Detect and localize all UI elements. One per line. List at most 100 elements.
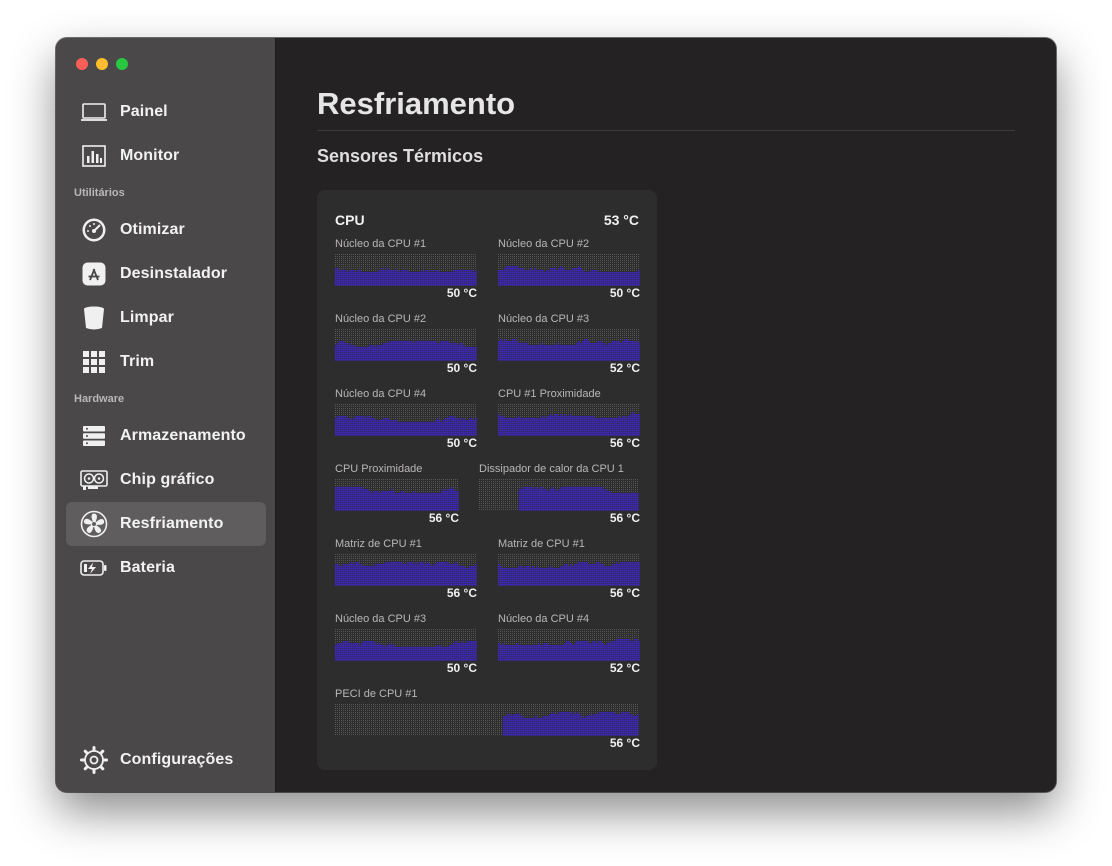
grid-icon	[80, 348, 108, 376]
main-content: Resfriamento Sensores Térmicos CPU 53 °C…	[277, 38, 1056, 792]
sensor-graph	[498, 629, 640, 661]
zoom-window-button[interactable]	[116, 58, 128, 70]
close-window-button[interactable]	[76, 58, 88, 70]
sidebar-item-otimizar[interactable]: Otimizar	[66, 208, 266, 252]
sensor-graph	[335, 329, 477, 361]
sensor-value: 56 °C	[609, 736, 640, 750]
sensor-item: Matriz de CPU #1 56 °C	[498, 538, 640, 602]
sensor-name: Núcleo da CPU #4	[335, 388, 427, 400]
laptop-icon	[80, 98, 108, 126]
sensor-graph	[498, 254, 640, 286]
sensor-name: Núcleo da CPU #2	[335, 313, 427, 325]
sensor-value: 50 °C	[446, 661, 477, 675]
sensor-value: 56 °C	[609, 436, 640, 450]
sidebar-item-label: Otimizar	[120, 221, 185, 238]
sensor-item: Matriz de CPU #1 56 °C	[335, 538, 477, 602]
sidebar-item-configuracoes[interactable]: Configurações	[66, 738, 266, 782]
sensor-value: 56 °C	[428, 511, 459, 525]
trash-bin-icon	[80, 304, 108, 332]
sensor-item: Dissipador de calor da CPU 1 56 °C	[479, 463, 640, 527]
sidebar-item-label: Trim	[120, 353, 155, 370]
sensor-name: Dissipador de calor da CPU 1	[479, 463, 624, 475]
sensor-graph	[335, 704, 639, 736]
gear-icon	[80, 746, 108, 774]
sidebar-item-label: Chip gráfico	[120, 471, 215, 488]
sensor-name: Núcleo da CPU #3	[498, 313, 590, 325]
sidebar-item-chip-grafico[interactable]: Chip gráfico	[66, 458, 266, 502]
storage-icon	[80, 422, 108, 450]
sensor-item: Núcleo da CPU #2 50 °C	[335, 313, 477, 377]
graphics-card-icon	[80, 466, 108, 494]
sensor-name: CPU Proximidade	[335, 463, 423, 475]
sensor-item: Núcleo da CPU #4 50 °C	[335, 388, 477, 452]
card-temperature: 53 °C	[603, 212, 639, 228]
page-title: Resfriamento	[317, 86, 516, 121]
sidebar-item-label: Limpar	[120, 309, 174, 326]
sensor-item: Núcleo da CPU #2 50 °C	[498, 238, 640, 302]
minimize-window-button[interactable]	[96, 58, 108, 70]
sensor-graph	[498, 404, 640, 436]
sidebar-item-resfriamento[interactable]: Resfriamento	[66, 502, 266, 546]
sensor-value: 50 °C	[446, 361, 477, 375]
sensor-value: 56 °C	[446, 586, 477, 600]
window-controls	[76, 58, 128, 70]
sensor-item: CPU Proximidade 56 °C	[335, 463, 459, 527]
sensor-graph	[335, 554, 477, 586]
sensor-value: 56 °C	[609, 586, 640, 600]
sensor-name: Núcleo da CPU #1	[335, 238, 427, 250]
app-store-icon	[80, 260, 108, 288]
sidebar-item-bateria[interactable]: Bateria	[66, 546, 266, 590]
sensor-graph	[335, 629, 477, 661]
sidebar-item-label: Monitor	[120, 147, 180, 164]
battery-icon	[80, 554, 108, 582]
sensor-item: Núcleo da CPU #1 50 °C	[335, 238, 477, 302]
sensor-value: 52 °C	[609, 661, 640, 675]
sensor-value: 50 °C	[446, 286, 477, 300]
sidebar-item-label: Painel	[120, 103, 168, 120]
sensor-value: 50 °C	[609, 286, 640, 300]
sensor-item: CPU #1 Proximidade 56 °C	[498, 388, 640, 452]
sensor-value: 50 °C	[446, 436, 477, 450]
sidebar-item-armazenamento[interactable]: Armazenamento	[66, 414, 266, 458]
sensor-name: Matriz de CPU #1	[335, 538, 422, 550]
sidebar-item-label: Armazenamento	[120, 427, 246, 444]
sidebar-item-label: Resfriamento	[120, 515, 224, 532]
sensor-value: 52 °C	[609, 361, 640, 375]
section-title: Sensores Térmicos	[317, 146, 484, 166]
sidebar-item-monitor[interactable]: Monitor	[66, 134, 266, 178]
sidebar-item-desinstalador[interactable]: Desinstalador	[66, 252, 266, 296]
section-label-hardware: Hardware	[74, 393, 125, 405]
sensor-name: Matriz de CPU #1	[498, 538, 585, 550]
sensor-graph	[335, 254, 477, 286]
app-window: Painel Monitor Utilitários Otimizar Desi…	[56, 38, 1056, 792]
sensor-name: Núcleo da CPU #4	[498, 613, 590, 625]
sidebar-item-label: Bateria	[120, 559, 175, 576]
sidebar-item-painel[interactable]: Painel	[66, 90, 266, 134]
sensor-graph	[479, 479, 639, 511]
section-label-utilities: Utilitários	[74, 187, 125, 199]
sidebar-item-limpar[interactable]: Limpar	[66, 296, 266, 340]
sensor-item: Núcleo da CPU #3 50 °C	[335, 613, 477, 677]
sensor-graph	[498, 554, 640, 586]
gauge-icon	[80, 216, 108, 244]
sidebar-item-label: Desinstalador	[120, 265, 228, 282]
sensor-graph	[335, 404, 477, 436]
title-divider	[317, 130, 1015, 131]
sidebar-item-label: Configurações	[120, 751, 234, 768]
sensor-name: Núcleo da CPU #3	[335, 613, 427, 625]
cpu-sensor-card: CPU 53 °C Núcleo da CPU #1 50 °C Núcleo …	[317, 190, 657, 770]
sensor-name: Núcleo da CPU #2	[498, 238, 590, 250]
sensor-item: Núcleo da CPU #4 52 °C	[498, 613, 640, 677]
sensor-item: PECI de CPU #1 56 °C	[335, 688, 640, 752]
sensor-value: 56 °C	[609, 511, 640, 525]
sensor-name: CPU #1 Proximidade	[498, 388, 601, 400]
sensor-graph	[498, 329, 640, 361]
sensor-name: PECI de CPU #1	[335, 688, 418, 700]
sidebar: Painel Monitor Utilitários Otimizar Desi…	[56, 38, 276, 792]
fan-icon	[80, 510, 108, 538]
bar-chart-icon	[80, 142, 108, 170]
sidebar-item-trim[interactable]: Trim	[66, 340, 266, 384]
sensor-item: Núcleo da CPU #3 52 °C	[498, 313, 640, 377]
card-title: CPU	[335, 212, 365, 228]
sensor-graph	[335, 479, 459, 511]
